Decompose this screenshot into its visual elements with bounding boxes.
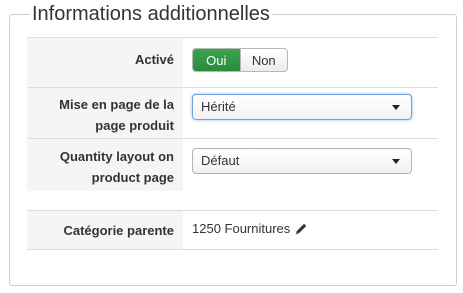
active-toggle[interactable]: Oui Non (192, 48, 288, 72)
active-label: Activé (27, 38, 183, 87)
section-legend: Informations additionnelles (30, 2, 272, 26)
parent-category-value: 1250 Fournitures (192, 221, 291, 236)
page-layout-label: Mise en page de la page produit (27, 88, 183, 138)
chevron-down-icon (392, 159, 400, 164)
parent-category-value-wrap: 1250 Fournitures (192, 221, 308, 237)
quantity-layout-control: Défaut (192, 139, 438, 191)
quantity-layout-select-value: Défaut (201, 153, 240, 168)
pencil-icon[interactable] (294, 222, 308, 236)
field-row-quantity-layout: Quantity layout on product page Défaut (27, 138, 438, 191)
parent-category-label: Catégorie parente (27, 211, 183, 249)
quantity-layout-label: Quantity layout on product page (27, 139, 183, 191)
chevron-down-icon (392, 105, 400, 110)
parent-category-control: 1250 Fournitures (192, 211, 438, 249)
page-layout-select[interactable]: Hérité (192, 94, 412, 120)
page-layout-label-text: Mise en page de la page produit (59, 97, 174, 133)
page-layout-control: Hérité (192, 88, 438, 138)
page-layout-select-value: Hérité (201, 99, 236, 114)
quantity-layout-label-text: Quantity layout on product page (59, 149, 174, 185)
active-yes-option[interactable]: Oui (193, 49, 240, 71)
field-row-parent-category: Catégorie parente 1250 Fournitures (27, 210, 438, 250)
parent-category-label-text: Catégorie parente (63, 223, 174, 238)
field-row-page-layout: Mise en page de la page produit Hérité (27, 87, 438, 138)
field-row-active: Activé Oui Non (27, 37, 438, 87)
active-label-text: Activé (134, 52, 174, 67)
active-control: Oui Non (192, 38, 438, 87)
quantity-layout-select[interactable]: Défaut (192, 148, 412, 174)
active-no-option[interactable]: Non (239, 49, 287, 71)
